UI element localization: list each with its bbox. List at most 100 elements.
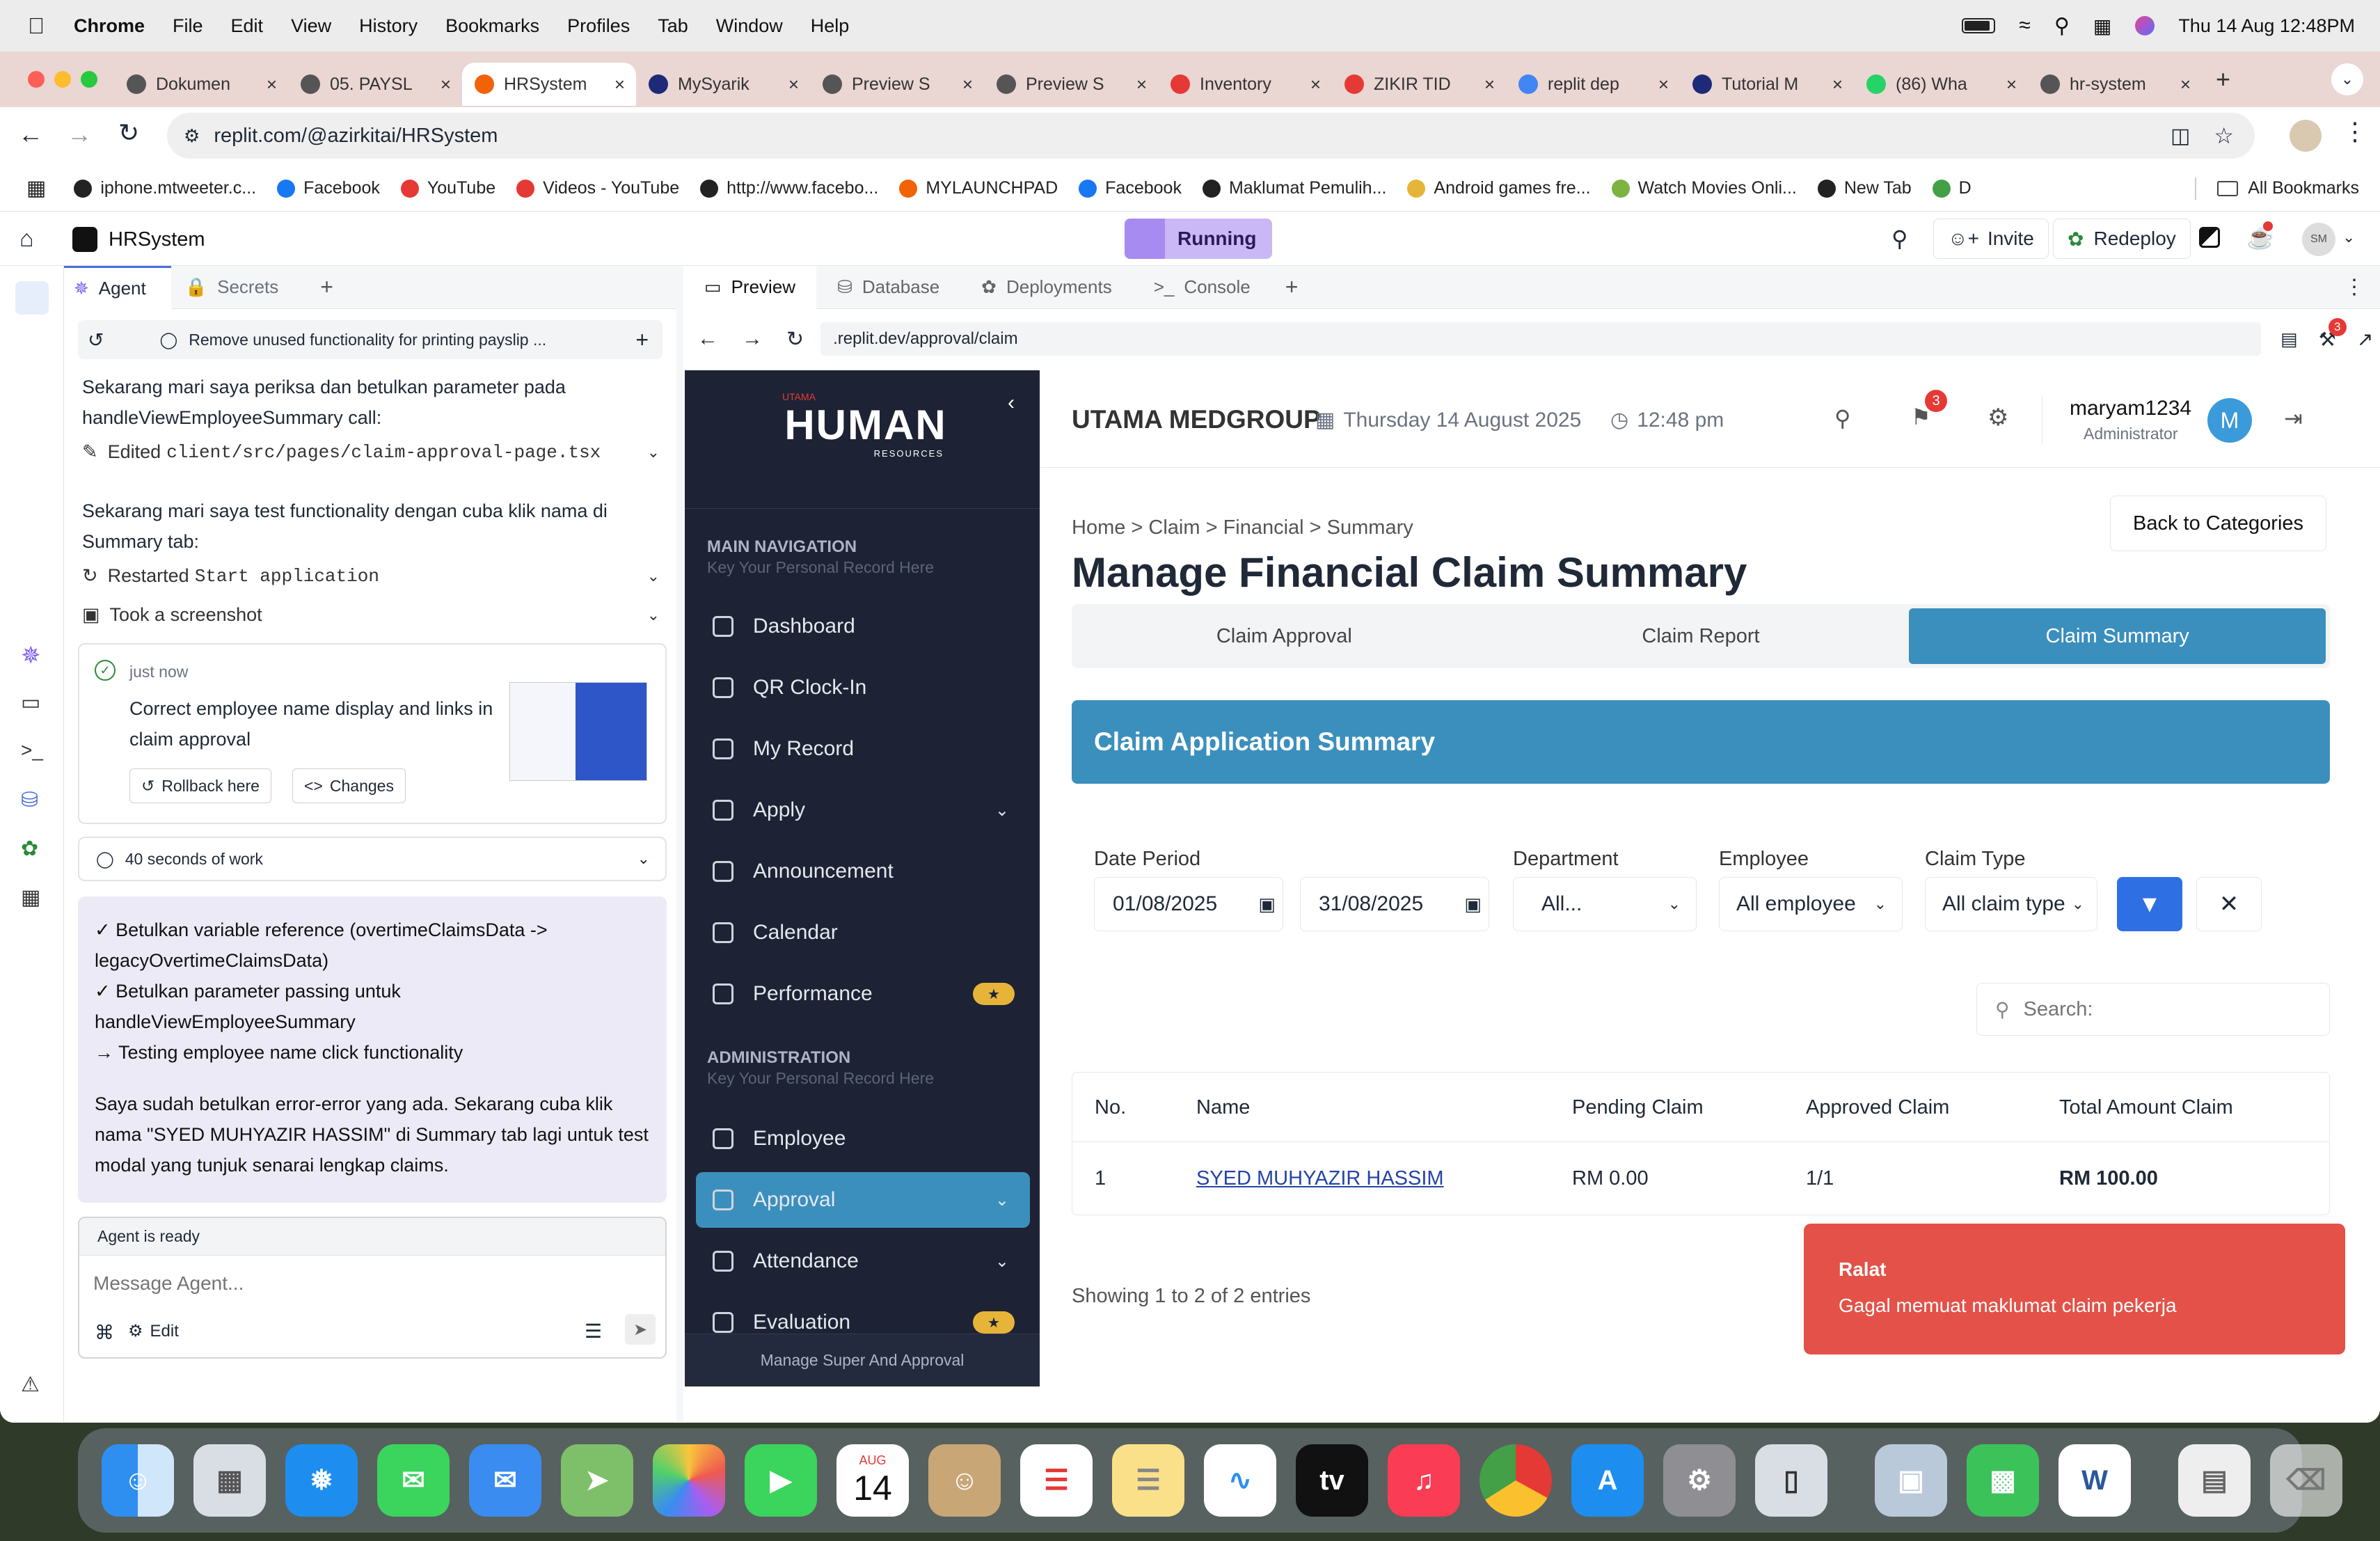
edit-mode-button[interactable]: ⚙ Edit [128,1321,179,1341]
error-toast[interactable]: Ralat Gagal memuat maklumat claim pekerj… [1804,1224,2345,1354]
menu-app-name[interactable]: Chrome [74,15,145,37]
apple-tv-icon[interactable]: tv [1296,1444,1368,1517]
tab-secrets[interactable]: 🔒 Secrets [171,266,307,309]
control-center-icon[interactable]: ▦ [2093,15,2111,38]
menu-tab[interactable]: Tab [658,15,688,37]
calendar-picker-icon[interactable]: ▣ [1258,894,1276,915]
tab-console[interactable]: >_ Console [1133,266,1271,309]
add-tab-icon[interactable]: + [320,274,333,300]
devtools-icon[interactable]: ⚒ 3 [2319,317,2347,351]
history-icon[interactable]: ↺ [88,329,104,351]
date-from-input[interactable]: 01/08/2025 ▣ [1094,877,1283,931]
close-tab-icon[interactable]: × [1658,74,1669,95]
user-avatar[interactable]: SM [2302,223,2335,256]
run-status-button[interactable]: Running [1125,219,1272,259]
bookmark-item[interactable]: New Tab [1817,178,1912,198]
menu-history[interactable]: History [359,15,418,37]
date-to-input[interactable]: 31/08/2025 ▣ [1300,877,1489,931]
url-text[interactable]: replit.com/@azirkitai/HRSystem [214,125,498,148]
minimize-window-button[interactable] [54,71,71,88]
close-tab-icon[interactable]: × [2180,74,2191,95]
sidebar-item-performance[interactable]: Performance ★ [696,966,1030,1022]
tab-deployments[interactable]: ✿ Deployments [960,266,1133,309]
bookmark-item[interactable]: Facebook [277,178,380,198]
browser-tab[interactable]: 05. PAYSL × [288,63,462,106]
bookmark-item[interactable]: D [1932,178,1972,198]
back-to-categories-button[interactable]: Back to Categories [2110,496,2327,551]
apple-icon[interactable]:  [28,13,45,39]
chevron-down-icon[interactable]: ⌄ [637,850,650,868]
chevron-down-icon[interactable]: ⌄ [647,567,660,585]
bookmark-item[interactable]: http://www.facebo... [700,178,878,198]
tab-claim-approval[interactable]: Claim Approval [1076,608,1493,664]
database-icon[interactable]: ⛁ [21,788,38,812]
preview-reload-icon[interactable]: ↻ [786,327,804,351]
bookmark-item[interactable]: Maklumat Pemulih... [1202,178,1386,198]
department-select[interactable]: All... ⌄ [1513,877,1697,931]
menu-help[interactable]: Help [811,15,850,37]
new-tab-icon[interactable]: + [2216,65,2230,94]
pane-menu-icon[interactable]: ⋮ [2344,275,2365,299]
chevron-down-icon[interactable]: ⌄ [2342,228,2355,246]
close-tab-icon[interactable]: × [267,74,277,95]
apply-filter-button[interactable]: ▼ [2117,877,2182,931]
redeploy-button[interactable]: ✿ Redeploy [2053,219,2191,259]
chevron-down-icon[interactable]: ⌄ [647,606,660,624]
browser-tab[interactable]: Inventory × [1158,63,1332,106]
numbers-icon[interactable]: ▩ [1967,1444,2039,1517]
bookmark-item[interactable]: YouTube [400,178,495,198]
browser-tab[interactable]: MySyarik × [636,63,810,106]
tab-preview[interactable]: ▭ Preview [683,265,817,309]
preview-app-icon[interactable]: ▣ [1875,1444,1947,1517]
profile-avatar[interactable] [2290,120,2322,152]
sidebar-item-qr-clock-in[interactable]: QR Clock-In [696,660,1030,716]
sidebar-item-calendar[interactable]: Calendar [696,905,1030,961]
close-tab-icon[interactable]: × [441,74,451,95]
sidebar-item-announcement[interactable]: Announcement [696,844,1030,899]
forward-icon[interactable]: → [67,120,92,149]
siri-icon[interactable] [2135,16,2155,35]
bookmark-item[interactable]: Android games fre... [1407,178,1591,198]
finder-icon[interactable]: ☺ [102,1444,174,1517]
employee-name-link[interactable]: SYED MUHYAZIR HASSIM [1196,1167,1444,1190]
menu-clock[interactable]: Thu 14 Aug 12:48PM [2178,15,2355,37]
edited-file-row[interactable]: ✎ Edited client/src/pages/claim-approval… [82,441,660,463]
tab-database[interactable]: ⛁ Database [816,266,960,309]
wifi-icon[interactable]: ≈ [2019,14,2030,38]
documents-stack-icon[interactable]: ▤ [2178,1444,2251,1517]
reminders-icon[interactable]: ☰ [1020,1444,1093,1517]
preview-forward-icon[interactable]: → [742,327,763,351]
chrome-icon[interactable] [1479,1444,1552,1517]
trash-icon[interactable]: ⌫ [2270,1444,2342,1517]
bookmark-star-icon[interactable]: ☆ [2214,123,2234,149]
facetime-icon[interactable]: ▶ [745,1444,817,1517]
logout-icon[interactable]: ⇥ [2284,405,2303,432]
browser-tab[interactable]: hr-system × [2028,63,2202,106]
menu-profiles[interactable]: Profiles [567,15,630,37]
settings-sliders-icon[interactable]: ☰ [585,1320,602,1343]
install-app-icon[interactable]: ◫ [2171,124,2190,148]
messages-icon[interactable]: ✉ [377,1444,450,1517]
calendar-app-icon[interactable]: AUG 14 [836,1444,909,1517]
browser-tab[interactable]: replit dep × [1506,63,1680,106]
clear-filter-button[interactable]: ✕ [2196,877,2262,931]
reload-icon[interactable]: ↻ [118,118,139,148]
agent-icon[interactable]: ✵ [21,642,41,670]
search-icon[interactable]: ⚲ [1834,405,1850,432]
menu-bookmarks[interactable]: Bookmarks [445,15,539,37]
checkpoint-thumbnail[interactable] [509,682,647,781]
address-bar[interactable]: ⚙ replit.com/@azirkitai/HRSystem ◫ ☆ [167,113,2255,159]
deployments-icon[interactable]: ✿ [21,837,38,861]
add-pane-tab-icon[interactable]: + [1285,274,1299,300]
browser-tab[interactable]: (86) Wha × [1854,63,2028,106]
menu-file[interactable]: File [173,15,203,37]
preview-url-field[interactable]: .replit.dev/approval/claim [820,322,2262,356]
apps-grid-icon[interactable]: ▦ [26,176,46,200]
rollback-button[interactable]: ↺ Rollback here [129,768,271,803]
browser-tab[interactable]: Dokumen × [114,63,288,106]
search-input-box[interactable]: ⚲ [1976,983,2330,1036]
tab-agent[interactable]: ✵ Agent [64,265,171,309]
sidebar-item-approval[interactable]: Approval ⌄ [696,1172,1030,1228]
close-tab-icon[interactable]: × [1136,74,1147,95]
menu-window[interactable]: Window [716,15,783,37]
